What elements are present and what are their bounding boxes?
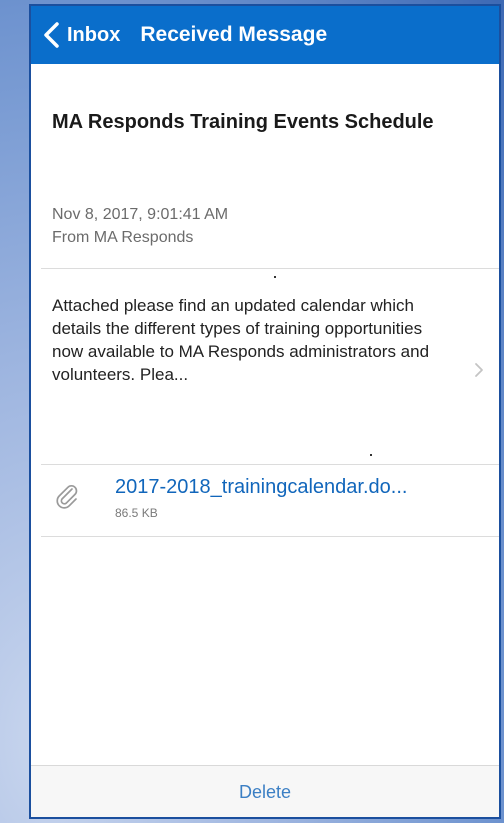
back-label: Inbox [67,23,121,46]
phone-screen: Inbox Received Message MA Responds Train… [31,6,499,817]
message-sender: From MA Responds [52,229,194,246]
back-to-inbox-button[interactable]: Inbox [31,6,120,64]
paperclip-icon [56,485,78,509]
bottom-toolbar: Delete [31,765,499,817]
message-preview-text: Attached please find an updated calendar… [52,296,430,384]
delete-button[interactable]: Delete [31,766,499,817]
artifact-dot [370,454,372,456]
message-subject: MA Responds Training Events Schedule [52,111,434,133]
attachment-size: 86.5 KB [115,506,158,520]
chevron-left-icon [44,22,59,48]
message-meta: Nov 8, 2017, 9:01:41 AM From MA Responds [52,203,228,249]
divider-attachment [41,536,499,537]
message-date: Nov 8, 2017, 9:01:41 AM [52,206,229,223]
screen-title: Received Message [140,23,328,46]
divider-meta [41,268,499,269]
attachment-item[interactable]: 2017-2018_trainingcalendar.do... 86.5 KB [31,464,499,536]
navigation-bar: Inbox Received Message [31,6,499,64]
chevron-right-icon [475,363,483,377]
message-preview-row[interactable]: Attached please find an updated calendar… [31,271,499,401]
attachment-filename[interactable]: 2017-2018_trainingcalendar.do... [115,476,407,499]
